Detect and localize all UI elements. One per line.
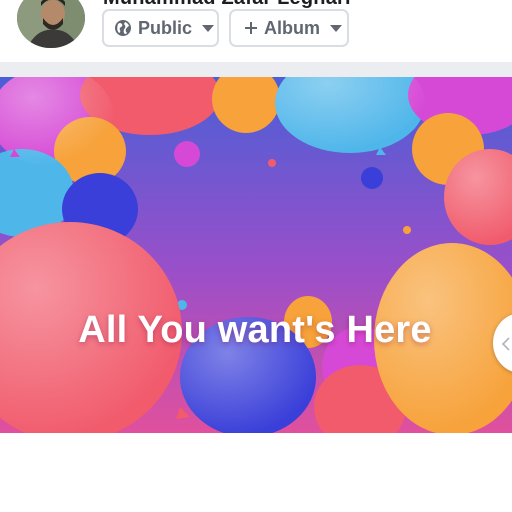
- chevron-left-icon: [501, 337, 510, 351]
- plus-icon: [244, 21, 258, 35]
- album-selector-button[interactable]: Album: [229, 9, 349, 47]
- privacy-selector-button[interactable]: Public: [102, 9, 219, 47]
- divider: [0, 62, 512, 77]
- banner-text-wrapper: All You want's Here: [0, 309, 511, 352]
- album-label: Album: [264, 17, 320, 38]
- composer-footer: [0, 433, 512, 512]
- profile-photo: [17, 0, 85, 48]
- composer-header: Muhammad Zafar Leghari Public Album: [0, 0, 512, 62]
- balloons-background: [0, 77, 512, 433]
- avatar[interactable]: [17, 0, 85, 48]
- post-background-banner: All You want's Here: [0, 77, 512, 433]
- globe-icon: [114, 19, 132, 37]
- caret-down-icon: [330, 24, 342, 32]
- privacy-label: Public: [138, 17, 193, 38]
- caret-down-icon: [202, 24, 215, 32]
- banner-text[interactable]: All You want's Here: [78, 309, 432, 352]
